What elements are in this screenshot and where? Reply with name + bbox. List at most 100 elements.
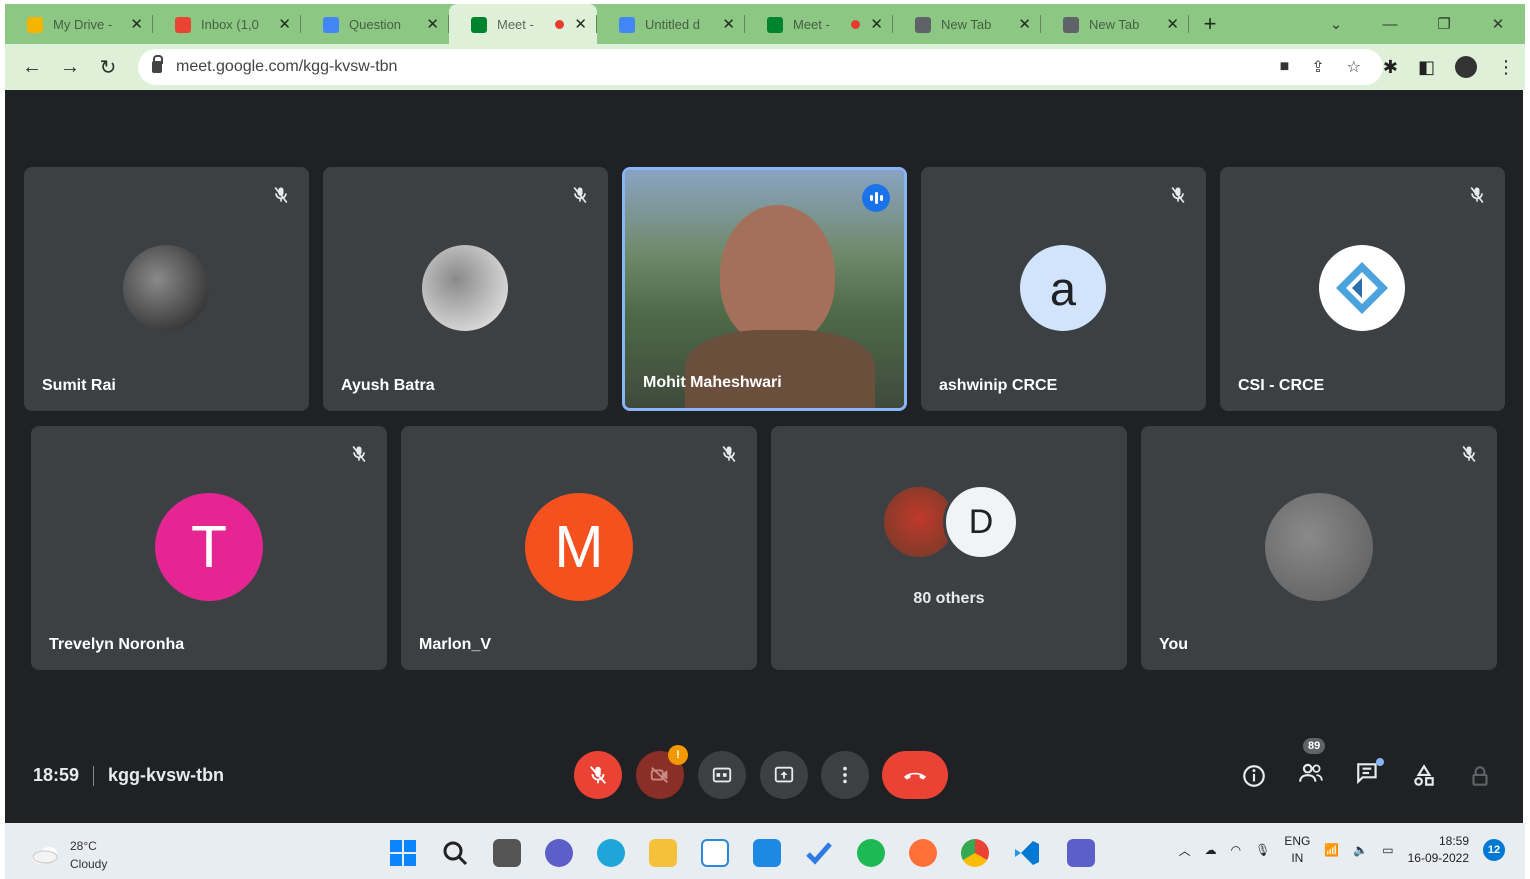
tab-favicon-icon [767,17,783,33]
meet-stage: Sumit Rai Ayush Batra Mohit Maheshwari a ash… [5,90,1523,823]
muted-mic-icon [352,445,366,463]
tab-title: New Tab [1089,16,1140,32]
camera-in-use-icon[interactable]: ■ [1280,58,1290,76]
participant-tile[interactable]: T Trevelyn Noronha [31,426,387,670]
leave-call-button[interactable] [882,751,948,799]
participant-tile[interactable]: Mohit Maheshwari [622,167,907,411]
volume-icon[interactable]: 🔈 [1353,843,1368,857]
tab-close-icon[interactable]: ✕ [1018,15,1031,33]
participant-tile[interactable]: M Marlon_V [401,426,757,670]
tab-favicon-icon [619,17,635,33]
browser-tab-3[interactable]: Meet - ✕ [449,4,597,44]
present-icon [774,766,794,783]
forward-button[interactable]: → [51,56,89,79]
chat-button[interactable] [1355,758,1384,791]
new-tab-button[interactable]: + [1195,11,1225,37]
bookmark-star-icon[interactable]: ☆ [1347,57,1361,77]
cloud-icon [32,847,58,864]
tab-close-icon[interactable]: ✕ [278,15,291,33]
participant-tile[interactable]: a ashwinip CRCE [921,167,1206,411]
omnibox-actions: ■ ⇪ ☆ [1280,57,1383,77]
tab-close-icon[interactable]: ✕ [130,15,143,33]
tab-close-icon[interactable]: ✕ [426,15,439,33]
mail-icon[interactable] [753,839,781,867]
url-text[interactable]: meet.google.com/kgg-kvsw-tbn [176,58,397,76]
search-icon[interactable] [441,839,469,867]
camera-off-icon [650,766,668,784]
browser-tab-4[interactable]: Untitled d ✕ [597,4,745,44]
present-screen-button[interactable] [760,751,808,799]
show-hidden-icons-chevron-icon[interactable]: ︿ [1179,842,1191,859]
tab-title: Meet - [497,16,534,32]
spotify-icon[interactable] [857,839,885,867]
share-icon[interactable]: ⇪ [1311,57,1324,77]
todo-check-icon[interactable] [805,839,833,867]
vscode-icon[interactable] [1013,839,1041,867]
recording-dot-icon [555,19,565,29]
browser-tab-5[interactable]: Meet - ✕ [745,4,893,44]
participant-tile[interactable]: You [1141,426,1497,670]
tab-close-icon[interactable]: ✕ [870,15,883,33]
captions-button[interactable] [698,751,746,799]
tab-search-icon[interactable]: ⌄ [1309,15,1363,33]
address-bar[interactable]: meet.google.com/kgg-kvsw-tbn ■ ⇪ ☆ [138,49,1383,85]
browser-tab-6[interactable]: New Tab ✕ [893,4,1041,44]
edge-browser-icon[interactable] [597,839,625,867]
more-options-button[interactable] [821,751,869,799]
file-explorer-icon[interactable] [649,839,677,867]
participant-name: ashwinip CRCE [939,377,1058,394]
tab-close-icon[interactable]: ✕ [574,15,587,33]
lock-icon [152,55,163,73]
wifi-icon[interactable]: 📶 [1324,843,1339,857]
activities-icon[interactable] [1411,763,1437,789]
tab-list: My Drive - ✕ Inbox (1,0 ✕ Question ✕ Meet - ✕ Un… [5,4,1189,44]
headset-icon[interactable]: ◠ [1231,843,1241,857]
task-view-icon[interactable] [493,839,521,867]
tab-favicon-icon [27,17,43,33]
microphone-icon[interactable]: 🎙 [1255,843,1270,857]
firefox-icon[interactable] [909,839,937,867]
host-controls-lock-icon[interactable] [1467,763,1493,789]
browser-tab-2[interactable]: Question ✕ [301,4,449,44]
chat-app-icon[interactable] [545,839,573,867]
meeting-details-info-icon[interactable] [1241,763,1267,789]
browser-tab-1[interactable]: Inbox (1,0 ✕ [153,4,301,44]
avatar-letter: a [1020,245,1106,331]
onedrive-cloud-icon[interactable]: ☁ [1205,843,1217,857]
chrome-icon[interactable] [961,839,989,867]
meeting-time: 18:59 [33,765,80,785]
tab-close-icon[interactable]: ✕ [722,15,735,33]
browser-tab-7[interactable]: New Tab ✕ [1041,4,1189,44]
weather-desc: Cloudy [70,857,108,871]
language-indicator[interactable]: ENG IN [1284,833,1310,867]
notification-count-badge[interactable]: 12 [1483,839,1505,861]
start-windows-icon[interactable] [389,839,417,867]
battery-icon[interactable]: ▭ [1382,843,1393,857]
participant-tile[interactable]: D 80 others [771,426,1127,670]
recording-dot-icon [851,19,861,29]
camera-toggle-button[interactable]: ! [636,745,688,799]
restore-button[interactable]: ❐ [1417,15,1471,33]
close-window-button[interactable]: ✕ [1471,15,1525,33]
profile-avatar[interactable] [1455,56,1477,78]
back-button[interactable]: ← [13,56,51,79]
muted-mic-icon [573,186,587,204]
reload-button[interactable]: ↻ [89,55,127,80]
taskbar-clock[interactable]: 18:59 16-09-2022 [1408,833,1469,867]
participant-tile[interactable]: CSI - CRCE [1220,167,1505,411]
tab-close-icon[interactable]: ✕ [1166,15,1179,33]
people-button[interactable]: 89 [1297,738,1326,791]
teams-icon[interactable] [1067,839,1095,867]
divider [93,765,95,786]
participant-tile[interactable]: Sumit Rai [24,167,309,411]
weather-widget[interactable]: 28°C Cloudy [30,837,107,873]
mic-toggle-button[interactable] [574,751,622,799]
menu-kebab-icon[interactable]: ⋮ [1497,57,1515,78]
participant-tile[interactable]: Ayush Batra [323,167,608,411]
microsoft-store-icon[interactable] [701,839,729,867]
browser-tab-0[interactable]: My Drive - ✕ [5,4,153,44]
minimize-button[interactable]: — [1363,16,1417,33]
side-panel-icon[interactable]: ◧ [1418,57,1435,78]
extensions-icon[interactable]: ✱ [1383,57,1398,78]
muted-mic-icon [274,186,288,204]
